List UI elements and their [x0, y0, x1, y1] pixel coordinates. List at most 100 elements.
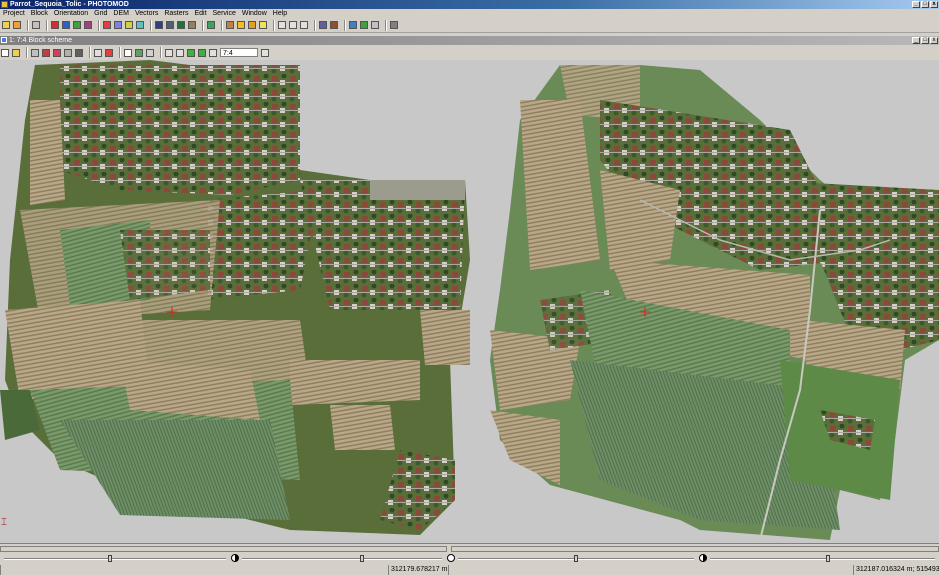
toolbar-separator	[385, 19, 387, 31]
status-cell-empty	[448, 565, 853, 575]
cascade-icon[interactable]	[349, 21, 357, 29]
zoom-in-icon[interactable]	[165, 48, 173, 57]
contrast-icon	[699, 554, 707, 562]
target-icon[interactable]	[75, 48, 83, 57]
status-cell-empty	[0, 565, 388, 575]
menu-bar: Project Block Orientation Grid DEM Vecto…	[0, 9, 939, 18]
scale-lock-icon[interactable]	[261, 48, 269, 57]
toolbar-separator	[26, 47, 28, 58]
minimize-button[interactable]: _	[912, 1, 920, 8]
menu-service[interactable]: Service	[210, 10, 239, 17]
link-icon[interactable]	[53, 48, 61, 57]
block-scheme-canvas[interactable]: ⌶	[0, 60, 939, 543]
menu-dem[interactable]: DEM	[110, 10, 132, 17]
coordinates-right: 312187.016324 m; 5154932.6949	[853, 565, 939, 575]
layers-icon[interactable]	[84, 21, 92, 29]
zoom-window-icon[interactable]	[360, 21, 368, 29]
child-maximize-button[interactable]: □	[921, 37, 929, 44]
measure-icon[interactable]	[103, 21, 111, 29]
zoom-selection-icon[interactable]	[198, 48, 206, 57]
tie-points-icon[interactable]	[166, 21, 174, 29]
menu-orientation[interactable]: Orientation	[51, 10, 91, 17]
close-button[interactable]: x	[930, 1, 938, 8]
slider-thumb[interactable]	[360, 555, 364, 562]
save-project-icon[interactable]	[13, 21, 21, 29]
tile-icon[interactable]	[330, 21, 338, 29]
slider-track	[242, 558, 442, 560]
adjust-icon[interactable]	[125, 21, 133, 29]
main-toolbar	[0, 18, 939, 33]
brightness-slider-right[interactable]	[458, 555, 694, 562]
fit-view-icon[interactable]	[124, 48, 132, 57]
red-arrows-icon[interactable]	[105, 48, 113, 57]
menu-project[interactable]: Project	[0, 10, 28, 17]
marker-icon[interactable]	[64, 48, 72, 57]
menu-help[interactable]: Help	[270, 10, 290, 17]
contrast-slider-left[interactable]	[242, 555, 442, 562]
triangulation-icon[interactable]	[114, 21, 122, 29]
refresh-icon[interactable]	[146, 48, 154, 57]
select-icon[interactable]	[12, 48, 20, 57]
zoom-extent-icon[interactable]	[187, 48, 195, 57]
left-horizontal-scrollbar[interactable]	[0, 546, 447, 552]
toolbar-separator	[314, 19, 316, 31]
app-icon	[1, 1, 8, 8]
grid-toggle-icon[interactable]	[31, 48, 39, 57]
brightness-icon	[447, 554, 455, 562]
points-icon[interactable]	[73, 21, 81, 29]
status-bar: 312179.678217 m; 51 312187.016324 m; 515…	[0, 565, 939, 575]
block-editor-icon[interactable]	[51, 21, 59, 29]
slider-thumb[interactable]	[826, 555, 830, 562]
options-icon[interactable]	[390, 21, 398, 29]
toolbar-separator	[150, 19, 152, 31]
import-icon[interactable]	[259, 21, 267, 29]
zoom-1-1-icon[interactable]	[209, 48, 217, 57]
maximize-button[interactable]: □	[921, 1, 929, 8]
right-horizontal-scrollbar[interactable]	[451, 546, 939, 552]
grid-icon[interactable]	[32, 21, 40, 29]
toolbar-separator	[160, 47, 162, 58]
strip-icon[interactable]	[42, 48, 50, 57]
menu-grid[interactable]: Grid	[91, 10, 110, 17]
export-icon[interactable]	[248, 21, 256, 29]
fit-all-icon[interactable]	[135, 48, 143, 57]
copy-icon[interactable]	[289, 21, 297, 29]
toolbar-separator	[344, 19, 346, 31]
undo-icon[interactable]	[278, 21, 286, 29]
contrast-slider-right[interactable]	[710, 555, 935, 562]
ortho-icon[interactable]	[188, 21, 196, 29]
menu-block[interactable]: Block	[28, 10, 51, 17]
menu-edit[interactable]: Edit	[191, 10, 209, 17]
slider-thumb[interactable]	[108, 555, 112, 562]
slider-thumb[interactable]	[574, 555, 578, 562]
measure-line-icon[interactable]	[94, 48, 102, 57]
hand-pan-icon[interactable]	[1, 48, 9, 57]
brightness-slider-left[interactable]	[4, 555, 226, 562]
menu-window[interactable]: Window	[239, 10, 270, 17]
toolbar-separator	[27, 19, 29, 31]
redo-icon[interactable]	[300, 21, 308, 29]
scale-input[interactable]: 7:4	[220, 48, 258, 57]
zoom-out-icon[interactable]	[176, 48, 184, 57]
vector-icon[interactable]	[207, 21, 215, 29]
dtm-icon[interactable]	[177, 21, 185, 29]
app-title-bar: Parrot_Sequoia_Tolic - PHOTOMOD _ □ x	[0, 0, 939, 9]
folder-icon[interactable]	[237, 21, 245, 29]
report-icon[interactable]	[136, 21, 144, 29]
raster-icon[interactable]	[226, 21, 234, 29]
toolbar-separator	[98, 19, 100, 31]
window-icon	[1, 37, 7, 43]
child-close-button[interactable]: x	[930, 37, 938, 44]
right-photo-block	[490, 65, 939, 541]
toolbar-separator	[221, 19, 223, 31]
window-icon[interactable]	[319, 21, 327, 29]
menu-rasters[interactable]: Rasters	[161, 10, 191, 17]
images-icon[interactable]	[62, 21, 70, 29]
stereo-icon[interactable]	[155, 21, 163, 29]
block-scheme-title-bar: 1: 7:4 Block scheme _ □ x	[0, 36, 939, 45]
child-minimize-button[interactable]: _	[912, 37, 920, 44]
menu-vectors[interactable]: Vectors	[132, 10, 161, 17]
open-project-icon[interactable]	[2, 21, 10, 29]
coordinates-left: 312179.678217 m; 51	[388, 565, 448, 575]
settings-icon[interactable]	[371, 21, 379, 29]
